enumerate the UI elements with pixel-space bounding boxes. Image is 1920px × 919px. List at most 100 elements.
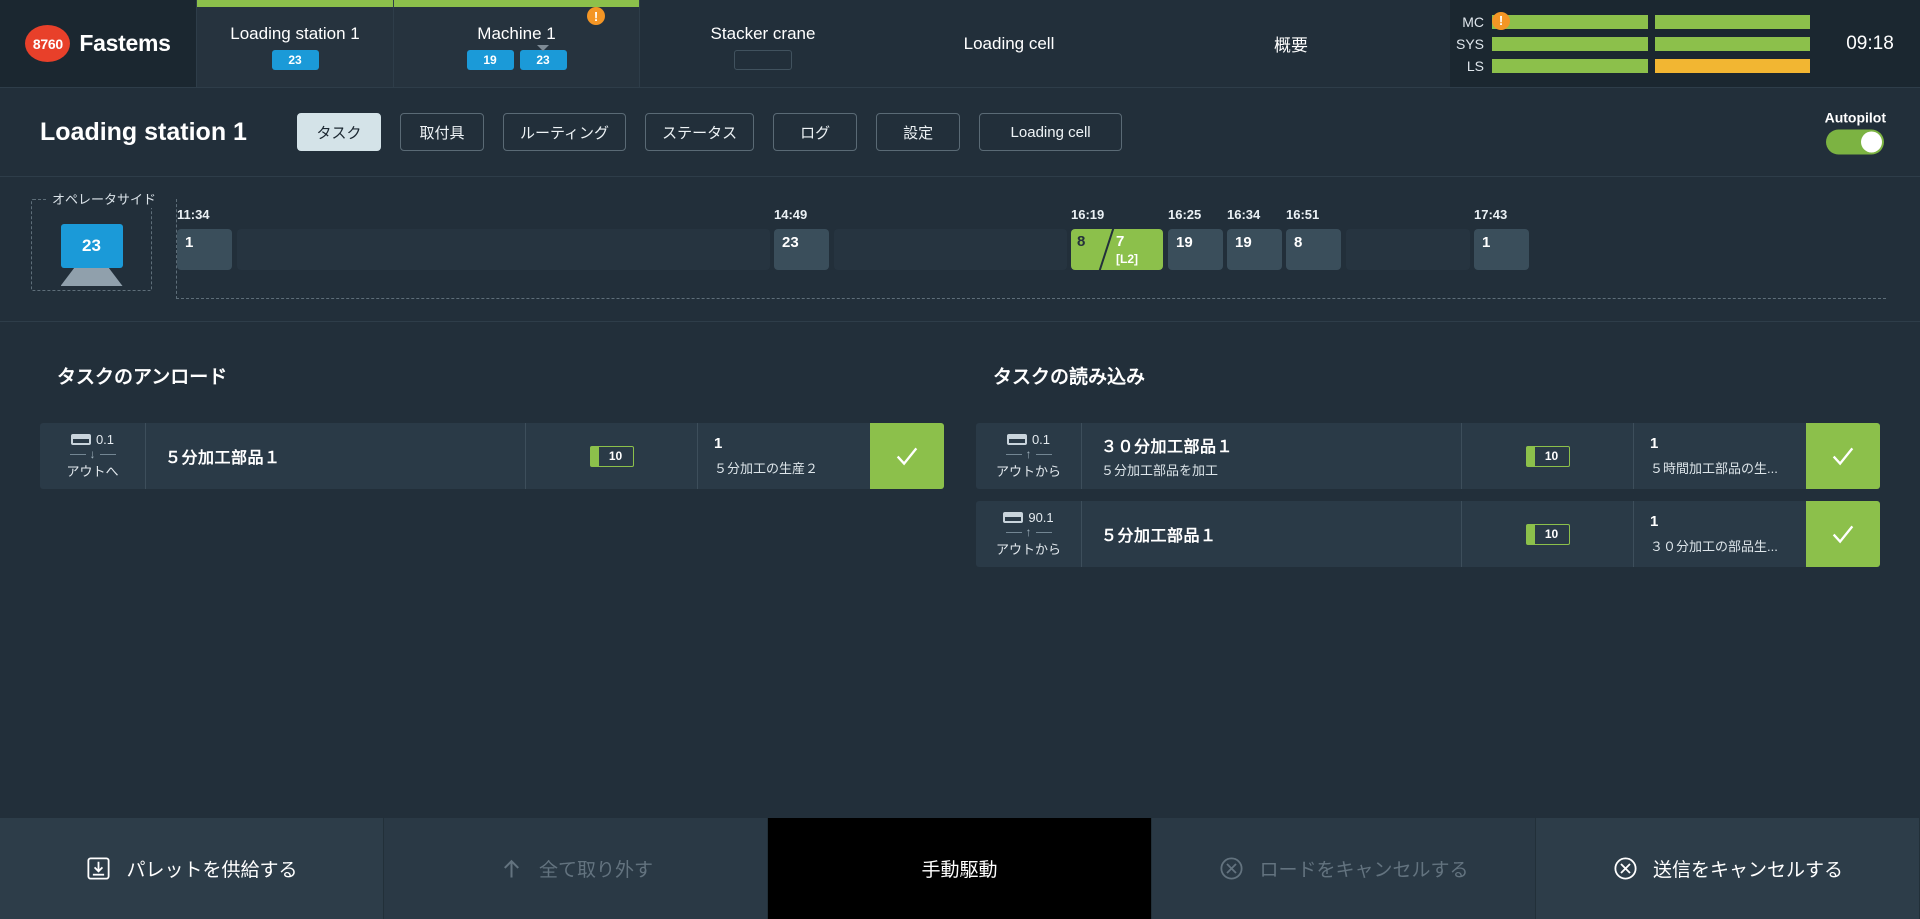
tab-fixtures[interactable]: 取付具 xyxy=(399,113,484,151)
timeline-gap xyxy=(1346,229,1470,270)
timeline-next-pallet: 7 xyxy=(1116,233,1125,250)
meter-segment xyxy=(1492,36,1648,51)
schedule-timeline: オペレータサイド 23 11:34 1 14:49 23 16:19 8 7 [… xyxy=(0,177,1920,322)
task-panels: タスクのアンロード 0.1 ↓ アウトへ ５分加工部品１ 10 1 ５分加工の生… xyxy=(0,322,1920,579)
order-name: ５分加工の生産２ xyxy=(714,461,819,476)
tab-settings[interactable]: 設定 xyxy=(876,113,961,151)
load-task-row[interactable]: 90.1 ↑ アウトから ５分加工部品１ 10 1 ３０分加工の部品生... xyxy=(976,501,1880,567)
timeline-cell-right-value: 7 [L2] xyxy=(1116,233,1138,267)
tab-status[interactable]: ステータス xyxy=(645,113,755,151)
timeline-slot[interactable]: 16:25 19 xyxy=(1168,207,1223,270)
station-number: 0.1 xyxy=(1031,432,1051,447)
timeline-slot[interactable]: 16:34 19 xyxy=(1227,207,1282,270)
part-name: ５分加工部品１ xyxy=(165,450,281,467)
timeline-cell: 1 xyxy=(1474,229,1529,270)
autopilot-label: Autopilot xyxy=(1824,109,1886,126)
timeline-divider xyxy=(1097,229,1115,270)
operator-side-label: オペレータサイド xyxy=(46,189,163,208)
timeline-time: 11:34 xyxy=(177,207,210,222)
timeline-slot[interactable]: 11:34 1 xyxy=(177,207,232,270)
timeline-cell: 8 xyxy=(1286,229,1341,270)
timeline-cell-empty xyxy=(834,229,1067,270)
timeline-time: 14:49 xyxy=(774,207,808,222)
tab-label: Stacker crane xyxy=(710,23,816,43)
timeline-time: 17:43 xyxy=(1474,207,1508,222)
order-count: 1 xyxy=(714,435,723,452)
timeline-cell-current: 8 7 [L2] xyxy=(1071,229,1163,270)
direction-cell: 0.1 ↑ アウトから xyxy=(976,423,1082,489)
timeline-gap xyxy=(834,229,1067,270)
tab-badges: 23 xyxy=(271,49,319,70)
load-task-row[interactable]: 0.1 ↑ アウトから ３０分加工部品１ ５分加工部品を加工 10 1 ５時間加… xyxy=(976,423,1880,489)
arrow-up-icon: ↑ xyxy=(1005,526,1052,538)
tab-loading-station-1[interactable]: Loading station 1 23 xyxy=(197,0,394,87)
tab-status-bar xyxy=(394,0,639,7)
brand-logo: 8760 Fastems xyxy=(0,0,197,87)
timeline-slot-active[interactable]: 16:19 8 7 [L2] xyxy=(1071,207,1163,270)
order-cell: 1 ５分加工の生産２ xyxy=(698,423,870,489)
tab-loading-cell[interactable]: Loading cell xyxy=(886,0,1132,87)
current-pallet-number: 23 xyxy=(60,224,123,268)
station-info: 0.1 xyxy=(1006,432,1051,447)
timeline-slot[interactable]: 17:43 1 xyxy=(1474,207,1529,270)
manual-drive-button[interactable]: 手動駆動 xyxy=(768,818,1152,919)
pallet-badge-empty[interactable] xyxy=(734,49,792,70)
order-name: ３０分加工の部品生... xyxy=(1650,539,1778,554)
cancel-send-button[interactable]: 送信をキャンセルする xyxy=(1536,818,1920,919)
tab-log[interactable]: ログ xyxy=(773,113,858,151)
station-tabs: Loading station 1 23 ! Machine 1 19 23 S… xyxy=(197,0,1450,87)
unload-panel: タスクのアンロード 0.1 ↓ アウトへ ５分加工部品１ 10 1 ５分加工の生… xyxy=(24,362,960,579)
part-subname: ５分加工部品を加工 xyxy=(1101,463,1219,478)
supply-pallet-button[interactable]: パレットを供給する xyxy=(0,818,384,919)
order-count: 1 xyxy=(1650,435,1659,452)
unload-task-row[interactable]: 0.1 ↓ アウトへ ５分加工部品１ 10 1 ５分加工の生産２ xyxy=(40,423,944,489)
confirm-load-button[interactable] xyxy=(1806,501,1880,567)
quantity-chip: 10 xyxy=(589,445,634,467)
cancel-load-button[interactable]: ロードをキャンセルする xyxy=(1152,818,1536,919)
system-status-meters: MC ! SYS LS xyxy=(1450,0,1820,87)
tab-loading-cell[interactable]: Loading cell xyxy=(979,113,1123,151)
direction-label: アウトから xyxy=(995,542,1061,557)
timeline-slot[interactable]: 14:49 23 xyxy=(774,207,829,270)
tab-tasks[interactable]: タスク xyxy=(296,113,381,151)
timeline-level-tag: [L2] xyxy=(1116,251,1138,266)
station-info: 90.1 xyxy=(1003,510,1054,525)
bottom-action-bar: パレットを供給する 全て取り外す 手動駆動 ロードをキャンセルする 送信をキャン… xyxy=(0,818,1920,919)
meter-track xyxy=(1492,58,1810,73)
meter-track: ! xyxy=(1492,11,1810,30)
button-label: 手動駆動 xyxy=(921,860,998,881)
station-number: 90.1 xyxy=(1028,510,1054,525)
timeline-track: 11:34 1 14:49 23 16:19 8 7 [L2] 16:25 19… xyxy=(176,199,1886,299)
warning-icon[interactable]: ! xyxy=(587,7,605,25)
quantity-chip: 10 xyxy=(1525,445,1570,467)
tab-stacker-crane[interactable]: Stacker crane xyxy=(640,0,886,87)
tab-overview[interactable]: 概要 xyxy=(1132,0,1450,87)
tab-routing[interactable]: ルーティング xyxy=(502,113,627,151)
warning-icon[interactable]: ! xyxy=(1492,11,1510,30)
button-label: 送信をキャンセルする xyxy=(1652,860,1843,881)
arrow-down-icon: ↓ xyxy=(69,448,116,460)
timeline-cell: 1 xyxy=(177,229,232,270)
tray-icon xyxy=(1003,512,1024,523)
meter-label: LS xyxy=(1466,57,1484,74)
tab-machine-1[interactable]: ! Machine 1 19 23 xyxy=(394,0,640,87)
part-name: ５分加工部品１ xyxy=(1101,528,1217,545)
meter-label: MC xyxy=(1462,13,1484,30)
current-pallet-visual[interactable]: 23 xyxy=(60,224,123,286)
confirm-unload-button[interactable] xyxy=(870,423,944,489)
pallet-badge-selected[interactable]: 23 xyxy=(519,49,567,70)
remove-all-button[interactable]: 全て取り外す xyxy=(384,818,768,919)
confirm-load-button[interactable] xyxy=(1806,423,1880,489)
pallet-badge[interactable]: 23 xyxy=(271,49,319,70)
timeline-time: 16:25 xyxy=(1168,207,1202,222)
logo-badge-8760: 8760 xyxy=(25,25,71,62)
timeline-cell-empty xyxy=(1346,229,1470,270)
autopilot-toggle[interactable] xyxy=(1826,129,1885,155)
timeline-slot[interactable]: 16:51 8 xyxy=(1286,207,1341,270)
pallet-badge[interactable]: 19 xyxy=(466,49,514,70)
page-title: Loading station 1 xyxy=(40,117,247,146)
arrow-up-icon xyxy=(498,855,525,882)
timeline-cell: 23 xyxy=(774,229,829,270)
quantity-chip: 10 xyxy=(1525,523,1570,545)
meter-row-mc: MC ! xyxy=(1450,11,1810,30)
